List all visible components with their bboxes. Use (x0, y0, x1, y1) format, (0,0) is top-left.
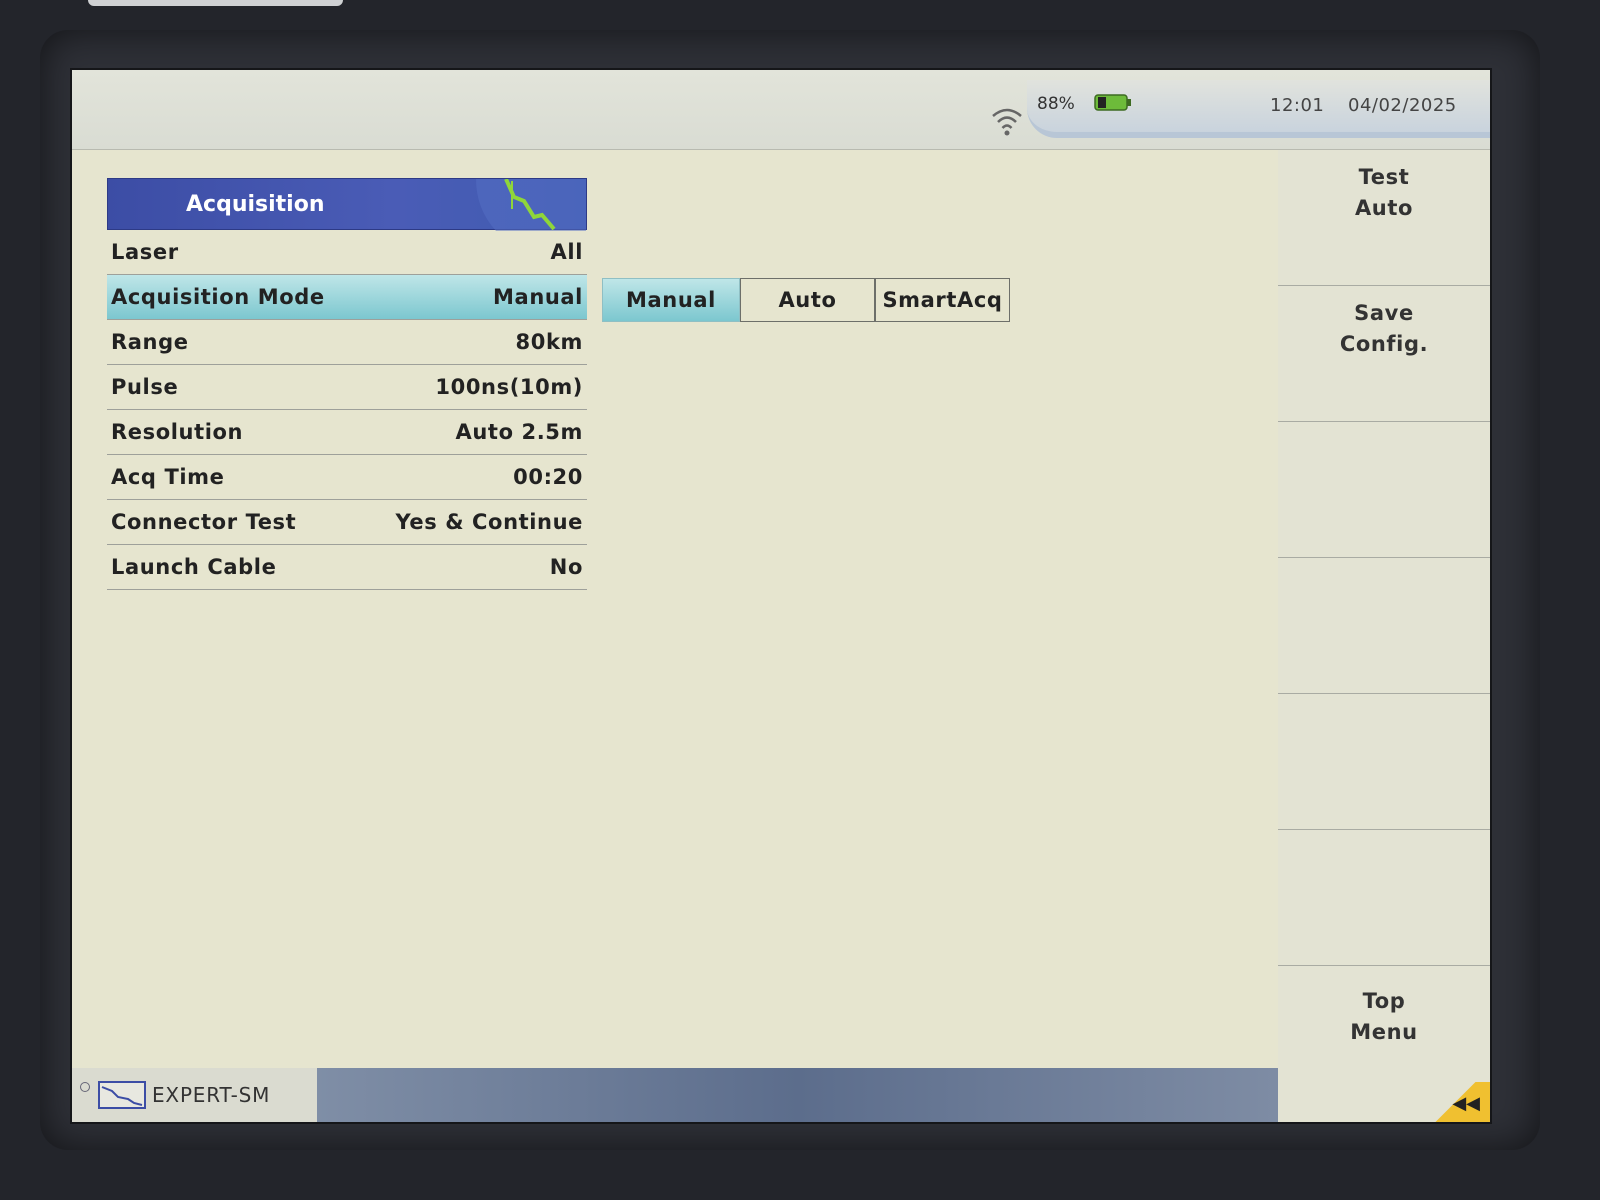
softkey-label: Menu (1350, 1020, 1418, 1044)
option-manual[interactable]: Manual (602, 278, 740, 322)
screen: 88% 12:01 04/02/2025 Acquisition Laser A… (72, 70, 1490, 1122)
softkey-label: Test (1358, 165, 1410, 189)
row-value: Manual (493, 285, 583, 309)
empty-softkey-6[interactable] (1278, 830, 1490, 966)
clock: 12:01 (1270, 95, 1325, 116)
rewind-icon: ◀◀ (1452, 1093, 1480, 1114)
row-label: Connector Test (111, 510, 297, 534)
row-value: No (549, 555, 583, 579)
row-label: Launch Cable (111, 555, 277, 579)
otdr-trace-icon (98, 1081, 146, 1109)
wifi-icon (992, 108, 1022, 136)
row-laser[interactable]: Laser All (107, 230, 587, 275)
test-auto-button[interactable]: Test Auto (1278, 150, 1490, 286)
row-label: Pulse (111, 375, 179, 399)
bottom-bar-fill (317, 1068, 1278, 1122)
battery-percentage: 88% (1037, 94, 1075, 114)
option-smartacq[interactable]: SmartAcq (875, 278, 1010, 322)
softkey-label: Save (1354, 301, 1414, 325)
row-label: Acq Time (111, 465, 225, 489)
softkey-label: Top (1362, 989, 1406, 1013)
panel-header: Acquisition (107, 178, 587, 231)
empty-softkey-5[interactable] (1278, 694, 1490, 830)
empty-softkey-3[interactable] (1278, 422, 1490, 558)
softkey-label: Auto (1354, 196, 1414, 220)
acquisition-mode-options: Manual Auto SmartAcq (602, 278, 1010, 322)
row-value: 00:20 (513, 465, 583, 489)
row-acquisition-mode[interactable]: Acquisition Mode Manual (107, 275, 587, 320)
row-value: 80km (515, 330, 583, 354)
softkey-column: Test Auto Save Config. Top Menu ◀◀ (1278, 150, 1490, 1122)
row-label: Acquisition Mode (111, 285, 325, 309)
row-acq-time[interactable]: Acq Time 00:20 (107, 455, 587, 500)
row-value: Yes & Continue (395, 510, 583, 534)
row-connector-test[interactable]: Connector Test Yes & Continue (107, 500, 587, 545)
row-launch-cable[interactable]: Launch Cable No (107, 545, 587, 590)
row-label: Laser (111, 240, 179, 264)
date: 04/02/2025 (1348, 95, 1457, 116)
device-top-tab (88, 0, 343, 6)
row-range[interactable]: Range 80km (107, 320, 587, 365)
acquisition-panel: Acquisition Laser All Acquisition Mode M… (107, 178, 587, 590)
trace-graphic-icon (476, 179, 586, 231)
status-bar: 88% 12:01 04/02/2025 (72, 70, 1490, 150)
module-label: EXPERT-SM (152, 1083, 271, 1107)
empty-softkey-4[interactable] (1278, 558, 1490, 694)
module-tab[interactable]: EXPERT-SM (72, 1068, 317, 1122)
row-label: Range (111, 330, 189, 354)
row-value: All (550, 240, 583, 264)
row-value: Auto 2.5m (455, 420, 583, 444)
row-value: 100ns(10m) (435, 375, 583, 399)
indicator-dot-icon (80, 1082, 90, 1092)
save-config-button[interactable]: Save Config. (1278, 286, 1490, 422)
panel-title: Acquisition (186, 191, 325, 217)
bottom-bar: EXPERT-SM (72, 1068, 1278, 1122)
row-pulse[interactable]: Pulse 100ns(10m) (107, 365, 587, 410)
softkey-label: Config. (1339, 332, 1429, 356)
row-resolution[interactable]: Resolution Auto 2.5m (107, 410, 587, 455)
battery-icon (1094, 94, 1131, 111)
option-auto[interactable]: Auto (740, 278, 875, 322)
row-label: Resolution (111, 420, 244, 444)
